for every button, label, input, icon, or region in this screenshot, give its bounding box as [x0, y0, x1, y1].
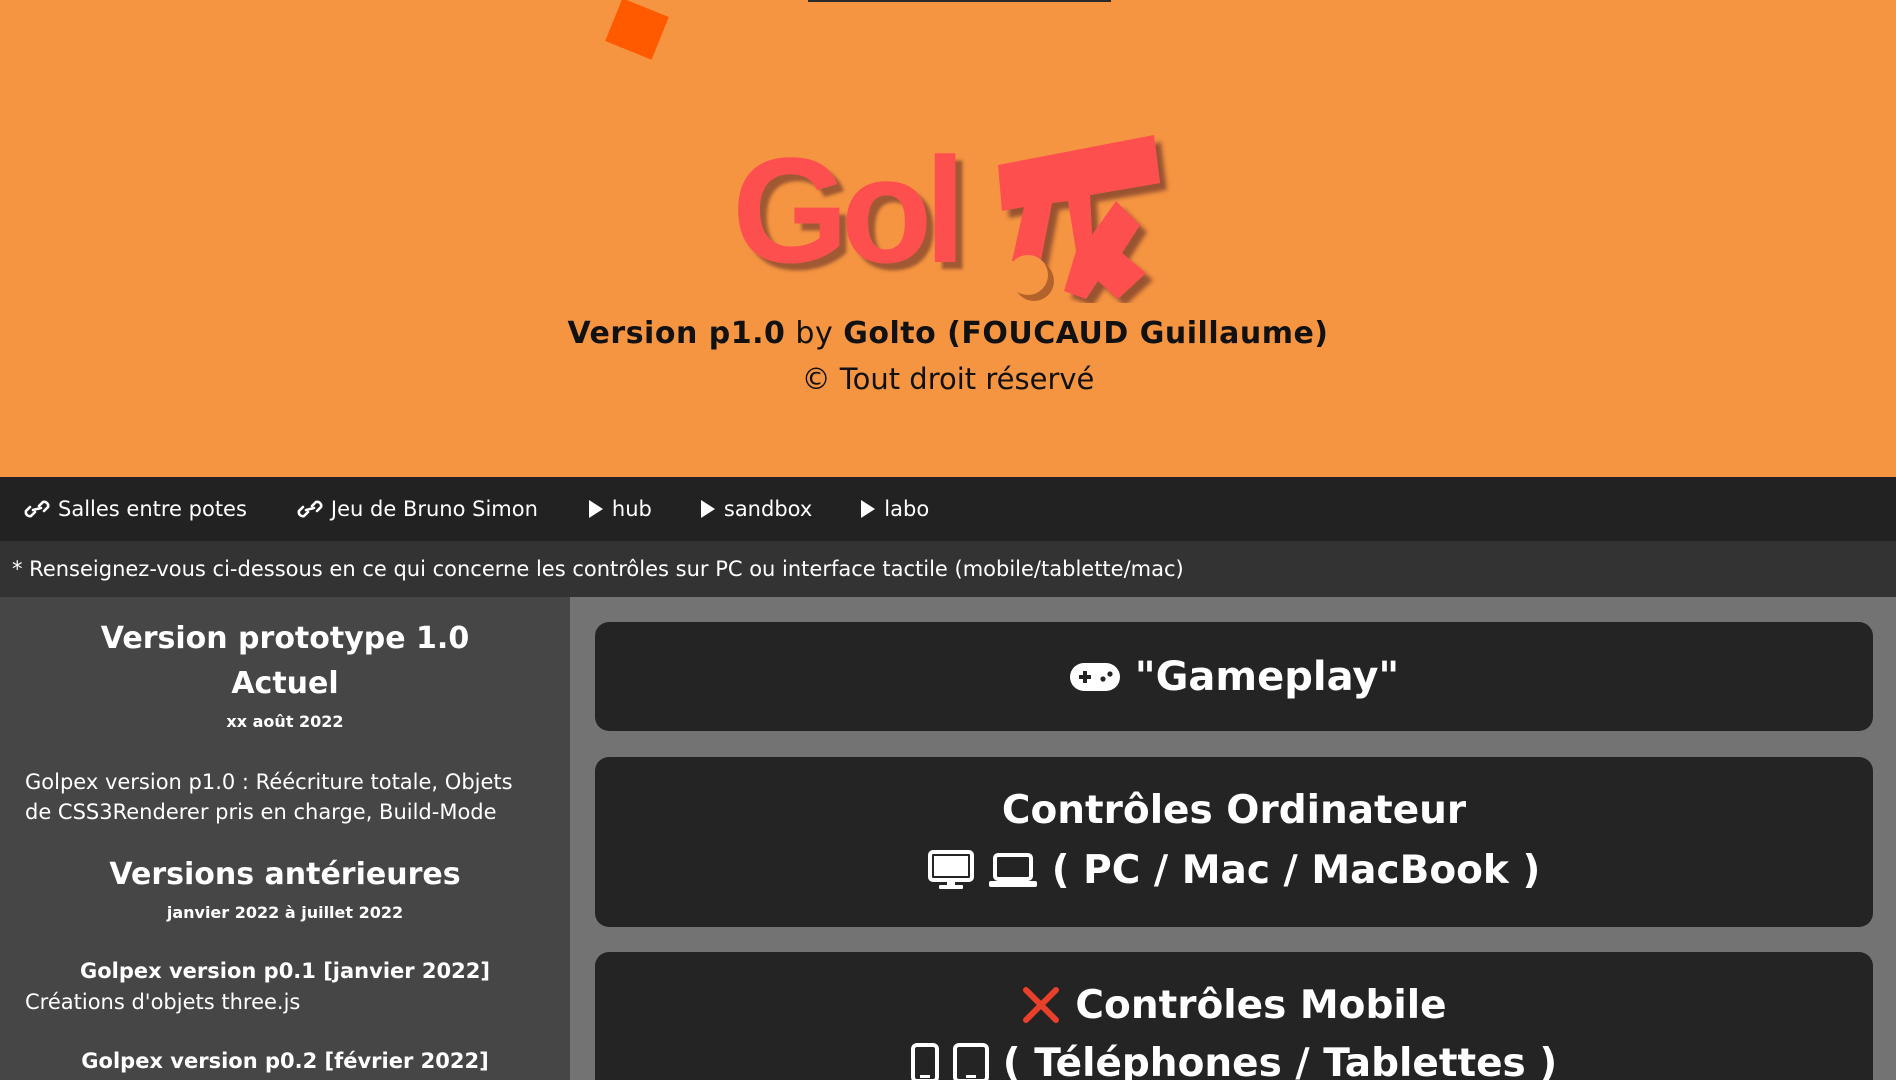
nav-link-hub[interactable]: hub: [588, 497, 652, 521]
mobile-controls-subtitle-row: ( Téléphones / Tablettes ): [595, 1038, 1873, 1080]
link-icon: [24, 500, 50, 518]
logo-pi-mark: [998, 135, 1160, 301]
tablet-icon: [952, 1043, 989, 1080]
mobile-controls-title: Contrôles Mobile: [1075, 982, 1447, 1028]
author-label: Golto (FOUCAUD Guillaume): [843, 316, 1329, 351]
phone-icon: [910, 1043, 939, 1080]
laptop-icon: [988, 853, 1037, 887]
link-icon: [297, 500, 323, 518]
gameplay-heading: "Gameplay": [595, 622, 1873, 731]
by-label: by: [795, 316, 834, 351]
gameplay-label: "Gameplay": [1134, 653, 1400, 700]
top-nav: Salles entre potes Jeu de Bruno Simon hu…: [0, 477, 1896, 541]
computer-controls-subtitle: ( PC / Mac / MacBook ): [1051, 847, 1541, 893]
nav-link-sandbox[interactable]: sandbox: [700, 497, 812, 521]
nav-link-bruno-simon[interactable]: Jeu de Bruno Simon: [297, 497, 538, 521]
nav-link-labo[interactable]: labo: [860, 497, 929, 521]
mobile-controls-title-row: Contrôles Mobile: [595, 980, 1873, 1030]
computer-controls-title: Contrôles Ordinateur: [1001, 787, 1467, 833]
current-version-date: xx août 2022: [226, 712, 344, 731]
nav-link-label: labo: [884, 497, 930, 521]
play-icon: [588, 500, 603, 518]
hero-banner: Gol Version p1.0 by Golto (FOUCAUD Guill…: [0, 0, 1896, 477]
mobile-controls-subtitle: ( Téléphones / Tablettes ): [1002, 1040, 1558, 1080]
play-icon: [861, 500, 876, 518]
nav-link-label: sandbox: [723, 497, 813, 521]
computer-controls-card[interactable]: Contrôles Ordinateur ( PC / Mac / MacBoo…: [595, 757, 1873, 927]
nav-link-label: hub: [611, 497, 652, 521]
previous-versions-title: Versions antérieures: [109, 857, 461, 892]
desktop-icon: [927, 850, 974, 889]
version-label: Version p1.0: [567, 316, 786, 351]
version-entry-description: Créations d'objets three.js: [25, 990, 301, 1014]
nav-link-label: Jeu de Bruno Simon: [330, 497, 538, 521]
current-version-title: Version prototype 1.0: [100, 621, 470, 656]
play-icon: [700, 500, 715, 518]
close-icon: [1023, 987, 1060, 1023]
controls-notice: * Renseignez-vous ci-dessous en ce qui c…: [0, 541, 1896, 597]
decorative-square: [605, 0, 669, 60]
current-version-description: Golpex version p1.0 : Réécriture totale,…: [25, 770, 513, 824]
copyright-text: © Tout droit réservé: [801, 362, 1095, 396]
nav-link-label: Salles entre potes: [58, 497, 247, 521]
version-credit: Version p1.0 by Golto (FOUCAUD Guillaume…: [0, 316, 1896, 351]
hero-top-divider: [808, 0, 1111, 2]
previous-versions-date: janvier 2022 à juillet 2022: [166, 903, 404, 922]
gamepad-icon: [1069, 662, 1120, 691]
golpex-logo: Gol: [720, 115, 1180, 305]
version-entry-title: Golpex version p0.2 [février 2022]: [81, 1049, 489, 1073]
version-entry-title: Golpex version p0.1 [janvier 2022]: [80, 959, 490, 983]
gameplay-card[interactable]: "Gameplay": [595, 622, 1873, 731]
version-sidebar[interactable]: Version prototype 1.0 Actuel xx août 202…: [0, 597, 570, 1080]
current-version-subtitle: Actuel: [231, 666, 339, 701]
mobile-controls-card[interactable]: Contrôles Mobile ( Téléphones / Tablette…: [595, 952, 1873, 1080]
nav-link-salles[interactable]: Salles entre potes: [24, 497, 247, 521]
logo-text: Gol: [732, 126, 966, 294]
computer-controls-subtitle-row: ( PC / Mac / MacBook ): [595, 845, 1873, 895]
